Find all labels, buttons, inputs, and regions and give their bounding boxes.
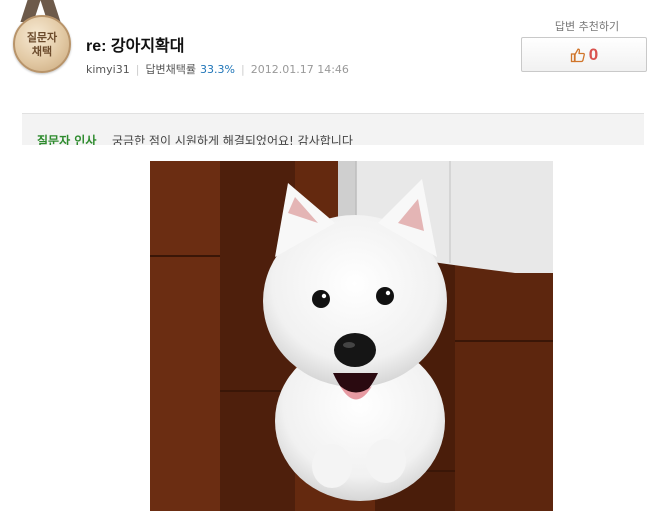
white-puppy-photo xyxy=(150,161,553,511)
answer-date: 2012.01.17 14:46 xyxy=(250,62,349,76)
answer-title: re: 강아지확대 xyxy=(86,38,185,55)
answer-meta: kimyi31 | 답변채택률 33.3% | 2012.01.17 14:46 xyxy=(86,61,349,77)
medal-text-line1: 질문자 xyxy=(26,31,58,44)
meta-divider: | xyxy=(241,62,245,76)
recommend-count: 0 xyxy=(588,44,599,64)
recommend-button[interactable]: 0 xyxy=(521,37,647,72)
asker-comment-label: 질문자 인사 xyxy=(37,134,97,145)
selected-answer-medal: 질문자 채택 xyxy=(8,0,74,80)
medal-text: 질문자 채택 xyxy=(15,31,69,59)
author-link[interactable]: kimyi31 xyxy=(86,63,130,76)
meta-divider: | xyxy=(135,62,140,76)
recommend-label: 답변 추천하기 xyxy=(554,20,620,33)
rate-value: 33.3% xyxy=(200,62,235,76)
medal-icon: 질문자 채택 xyxy=(13,15,71,73)
asker-comment-box: 질문자 인사 궁금한 점이 시원하게 해결되었어요! 감사합니다 xyxy=(22,113,644,145)
rate-label: 답변채택률 xyxy=(145,63,197,76)
thumbs-up-icon xyxy=(570,48,585,62)
asker-comment-text: 궁금한 점이 시원하게 해결되었어요! 감사합니다 xyxy=(112,134,353,145)
medal-text-line2: 채택 xyxy=(31,45,53,58)
